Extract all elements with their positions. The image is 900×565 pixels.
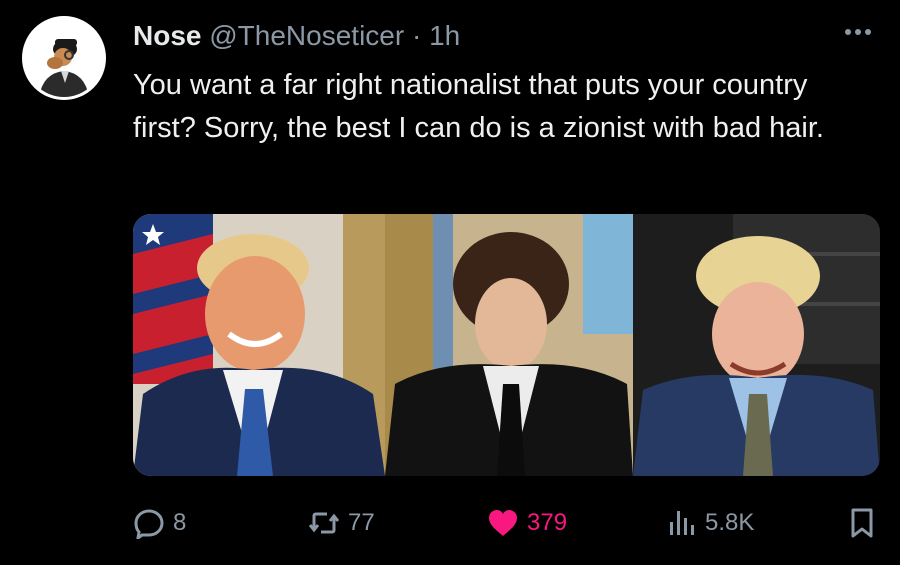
views-button[interactable]: 5.8K <box>665 500 754 546</box>
heart-icon <box>489 510 517 536</box>
retweet-count: 77 <box>348 509 375 536</box>
tweet-text: You want a far right nationalist that pu… <box>133 69 824 144</box>
bookmark-button[interactable] <box>846 500 878 546</box>
tweet-media[interactable] <box>133 214 880 476</box>
tweet-actions: 8 77 379 5.8K <box>133 500 880 546</box>
avatar-image <box>25 19 103 97</box>
reply-count: 8 <box>173 509 187 536</box>
like-button[interactable]: 379 <box>487 500 567 546</box>
views-icon <box>670 511 694 535</box>
author-display-name[interactable]: Nose <box>133 20 201 51</box>
tweet-time[interactable]: 1h <box>429 20 460 51</box>
more-options-button[interactable] <box>840 22 876 42</box>
reply-icon <box>134 509 164 539</box>
left-photo <box>133 214 385 476</box>
right-photo <box>633 214 880 476</box>
more-icon <box>845 29 871 35</box>
author-avatar[interactable] <box>22 16 106 100</box>
separator-dot: · <box>411 20 422 51</box>
author-handle[interactable]: @TheNoseticer <box>209 20 404 51</box>
reply-button[interactable]: 8 <box>133 500 186 546</box>
retweet-icon <box>308 512 340 534</box>
bookmark-icon <box>851 508 873 538</box>
tweet-header: Nose @TheNoseticer · 1h <box>133 20 460 52</box>
retweet-button[interactable]: 77 <box>308 500 375 546</box>
like-count: 379 <box>527 509 568 536</box>
middle-photo <box>385 214 633 476</box>
view-count: 5.8K <box>705 509 755 536</box>
